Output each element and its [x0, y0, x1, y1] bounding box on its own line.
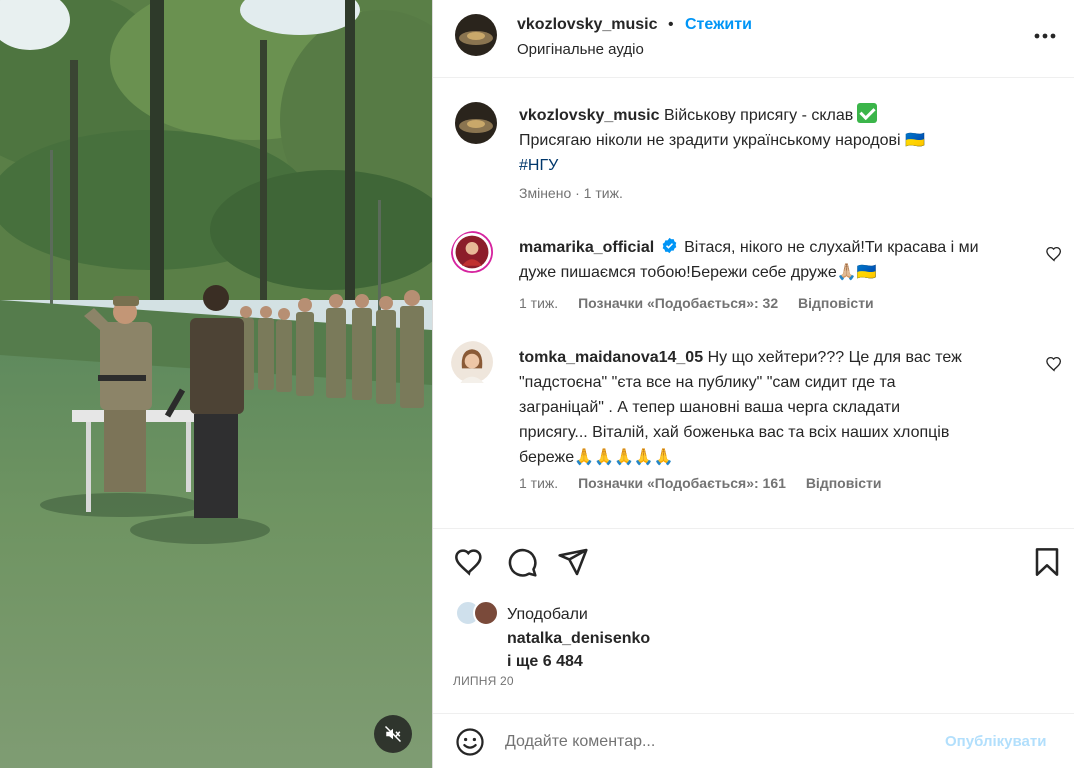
more-horizontal-icon[interactable] [1031, 26, 1059, 46]
comment-username[interactable]: tomka_maidanova14_05 [519, 349, 703, 366]
comment-age: 1 тиж. [519, 295, 559, 311]
comment-avatar[interactable] [451, 341, 497, 387]
caption-text: Військову присягу - склав [663, 107, 854, 124]
comment-bubble-icon[interactable] [506, 546, 538, 578]
comment-avatar[interactable] [451, 231, 497, 277]
comment-input[interactable] [505, 727, 935, 757]
liked-by-username[interactable]: natalka_denisenko [507, 630, 650, 647]
separator-dot: • [668, 16, 674, 33]
emoji-smile-icon[interactable] [455, 727, 485, 757]
caption-edited-time: Змінено · 1 тиж. [519, 185, 623, 201]
post-details-panel: vkozlovsky_music • Стежити Оригінальне а… [432, 0, 1074, 768]
author-avatar[interactable] [455, 14, 497, 56]
comment-meta: 1 тиж. Позначки «Подобається»: 161 Відпо… [519, 475, 897, 491]
comment-likes-count[interactable]: Позначки «Подобається»: 32 [578, 295, 778, 311]
heart-small-icon[interactable] [1045, 355, 1063, 373]
comment-likes-count[interactable]: Позначки «Подобається»: 161 [578, 475, 786, 491]
comment-meta: 1 тиж. Позначки «Подобається»: 32 Відпов… [519, 295, 890, 311]
caption-author-avatar[interactable] [455, 102, 497, 144]
hashtag-link[interactable]: #НГУ [519, 157, 558, 174]
likers-avatars[interactable] [455, 600, 503, 628]
comment-age: 1 тиж. [519, 475, 559, 491]
comment-text-line: присягу... Віталій, хай боженька вас та … [519, 424, 950, 441]
author-username[interactable]: vkozlovsky_music [517, 16, 658, 34]
audio-link[interactable]: Оригінальне аудіо [517, 41, 644, 58]
comment-username[interactable]: mamarika_official [519, 239, 654, 256]
comment-item: tomka_maidanova14_05 Ну що хейтери??? Це… [519, 345, 1039, 470]
comment-text-line: заграніцай" . А тепер шановні ваша черга… [519, 399, 901, 416]
post-actions: Уподобали natalka_denisenko і ще 6 484 Л… [433, 528, 1074, 688]
comment-text: Ну що хейтери??? Це для вас теж [707, 349, 962, 366]
follow-button[interactable]: Стежити [685, 16, 752, 34]
liked-by-others[interactable]: і ще 6 484 [507, 653, 583, 670]
comment-text-line: береже🙏🙏🙏🙏🙏 [519, 449, 674, 466]
reply-button[interactable]: Відповісти [798, 295, 874, 311]
bookmark-icon[interactable] [1031, 546, 1063, 578]
comment-text-line: "падстоєна" "єта все на публику" "сам си… [519, 374, 896, 391]
post-date: ЛИПНЯ 20 [453, 674, 514, 688]
reply-button[interactable]: Відповісти [806, 475, 882, 491]
liked-by-label: Уподобали [507, 606, 588, 623]
publish-button[interactable]: Опублікувати [945, 733, 1046, 750]
speaker-muted-icon [384, 725, 402, 743]
liked-by-summary: Уподобали natalka_denisenko і ще 6 484 [507, 603, 650, 674]
comment-text-line: дуже пишаємся тобою!Бережи себе друже🙏🏼🇺… [519, 264, 877, 281]
mute-button[interactable] [374, 715, 412, 753]
heart-icon[interactable] [453, 546, 485, 578]
comment-text: Вітася, нікого не слухай!Ти красава і ми [684, 239, 979, 256]
comment-item: mamarika_official Вітася, нікого не слух… [519, 235, 1039, 285]
heart-small-icon[interactable] [1045, 245, 1063, 263]
caption-username[interactable]: vkozlovsky_music [519, 107, 660, 124]
liker-avatar [473, 600, 499, 626]
post-media[interactable] [0, 0, 432, 768]
post-caption: vkozlovsky_music Військову присягу - скл… [519, 103, 1039, 178]
post-header: vkozlovsky_music • Стежити Оригінальне а… [433, 0, 1074, 78]
checkmark-emoji-icon [857, 103, 878, 123]
post-video-frame [0, 0, 432, 768]
verified-badge-icon [662, 237, 676, 254]
paper-plane-icon[interactable] [557, 546, 589, 578]
caption-line-2: Присягаю ніколи не зрадити українському … [519, 132, 925, 149]
add-comment-bar: Опублікувати [433, 713, 1074, 768]
